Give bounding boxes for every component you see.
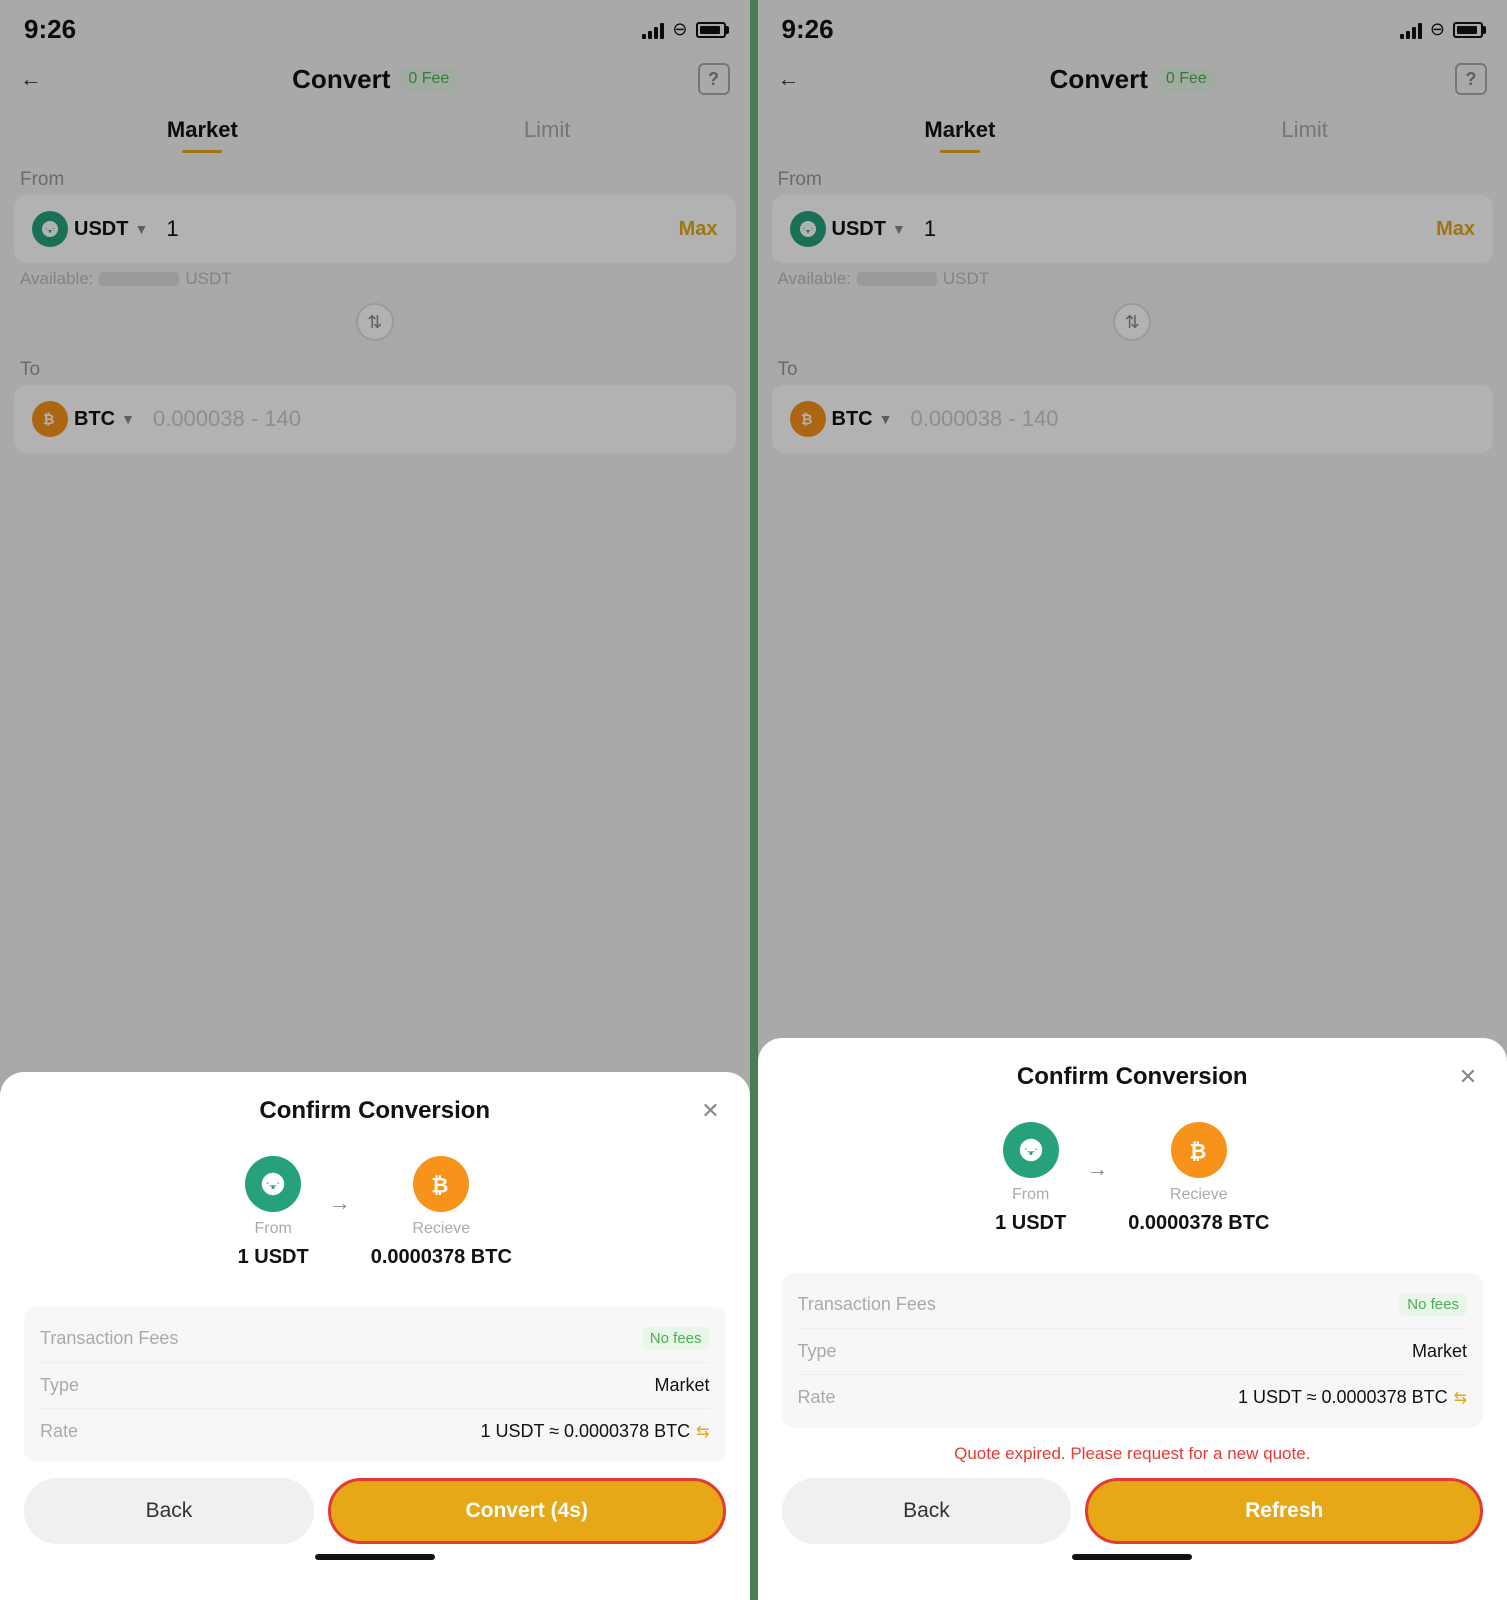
rate-value-right: 1 USDT ≈ 0.0000378 BTC ⇆	[1238, 1387, 1467, 1408]
no-fees-badge-left: No fees	[642, 1327, 710, 1350]
detail-row-type-right: Type Market	[798, 1329, 1468, 1375]
close-button-left[interactable]: ✕	[696, 1096, 726, 1126]
sheet-header-left: Confirm Conversion ✕	[24, 1096, 726, 1126]
detail-row-rate-right: Rate 1 USDT ≈ 0.0000378 BTC ⇆	[798, 1375, 1468, 1420]
type-value-right: Market	[1412, 1341, 1467, 1362]
rate-swap-icon-left: ⇆	[696, 1422, 709, 1442]
conv-btc-icon-left: ₿	[413, 1156, 469, 1212]
conversion-display-left: From 1 USDT → ₿ Recieve 0.0000378 BTC	[24, 1146, 726, 1279]
conv-usdt-icon-right	[1003, 1122, 1059, 1178]
close-button-right[interactable]: ✕	[1453, 1062, 1483, 1092]
back-button-sheet-left[interactable]: Back	[24, 1478, 314, 1544]
sheet-title-left: Confirm Conversion	[54, 1097, 696, 1125]
left-phone-panel: 9:26 ⊖ ← Convert 0 Fee ? Market Limit Fr…	[0, 0, 750, 1600]
panel-divider	[750, 0, 758, 1600]
back-button-sheet-right[interactable]: Back	[782, 1478, 1072, 1544]
convert-button-left[interactable]: Convert (4s)	[328, 1478, 726, 1544]
detail-row-type-left: Type Market	[40, 1363, 710, 1409]
conv-from-right: From 1 USDT	[995, 1122, 1066, 1235]
conv-to-right: ₿ Recieve 0.0000378 BTC	[1128, 1122, 1269, 1235]
conv-arrow-right: →	[1086, 1156, 1108, 1182]
fees-value-left: No fees	[642, 1327, 710, 1350]
no-fees-badge-right: No fees	[1399, 1293, 1467, 1316]
detail-row-fees-left: Transaction Fees No fees	[40, 1315, 710, 1363]
quote-expired-text-right: Quote expired. Please request for a new …	[782, 1444, 1484, 1464]
sheet-buttons-right: Back Refresh	[782, 1478, 1484, 1544]
svg-text:₿: ₿	[1189, 1140, 1206, 1163]
conv-receive-amount-left: 0.0000378 BTC	[371, 1246, 512, 1269]
conv-from-left: From 1 USDT	[238, 1156, 309, 1269]
conversion-display-right: From 1 USDT → ₿ Recieve 0.0000378 BTC	[782, 1112, 1484, 1245]
home-indicator-right	[1072, 1554, 1192, 1560]
bottom-sheet-left: Confirm Conversion ✕ From 1 USDT →	[0, 1072, 750, 1600]
refresh-button-right[interactable]: Refresh	[1085, 1478, 1483, 1544]
details-section-right: Transaction Fees No fees Type Market Rat…	[782, 1273, 1484, 1428]
type-label-left: Type	[40, 1375, 79, 1396]
sheet-header-right: Confirm Conversion ✕	[782, 1062, 1484, 1092]
rate-value-left: 1 USDT ≈ 0.0000378 BTC ⇆	[480, 1421, 709, 1442]
rate-swap-icon-right: ⇆	[1454, 1388, 1467, 1408]
fees-value-right: No fees	[1399, 1293, 1467, 1316]
conv-from-label-right: From	[1012, 1186, 1049, 1204]
type-label-right: Type	[798, 1341, 837, 1362]
conv-to-left: ₿ Recieve 0.0000378 BTC	[371, 1156, 512, 1269]
conv-receive-label-left: Recieve	[412, 1220, 470, 1238]
conv-from-amount-right: 1 USDT	[995, 1212, 1066, 1235]
sheet-buttons-left: Back Convert (4s)	[24, 1478, 726, 1544]
type-value-left: Market	[654, 1375, 709, 1396]
right-phone-panel: 9:26 ⊖ ← Convert 0 Fee ? Market Limit Fr…	[758, 0, 1507, 1600]
conv-arrow-left: →	[329, 1190, 351, 1216]
details-section-left: Transaction Fees No fees Type Market Rat…	[24, 1307, 726, 1462]
home-indicator-left	[315, 1554, 435, 1560]
bottom-sheet-right: Confirm Conversion ✕ From 1 USDT →	[758, 1038, 1507, 1600]
conv-from-amount-left: 1 USDT	[238, 1246, 309, 1269]
bottom-sheet-overlay-left: Confirm Conversion ✕ From 1 USDT →	[0, 0, 750, 1600]
fees-label-right: Transaction Fees	[798, 1294, 936, 1315]
rate-label-right: Rate	[798, 1387, 836, 1408]
bottom-sheet-overlay-right: Confirm Conversion ✕ From 1 USDT →	[758, 0, 1507, 1600]
conv-receive-amount-right: 0.0000378 BTC	[1128, 1212, 1269, 1235]
conv-usdt-icon-left	[245, 1156, 301, 1212]
fees-label-left: Transaction Fees	[40, 1328, 178, 1349]
svg-text:₿: ₿	[431, 1174, 448, 1197]
sheet-title-right: Confirm Conversion	[812, 1063, 1454, 1091]
detail-row-fees-right: Transaction Fees No fees	[798, 1281, 1468, 1329]
conv-from-label-left: From	[254, 1220, 291, 1238]
detail-row-rate-left: Rate 1 USDT ≈ 0.0000378 BTC ⇆	[40, 1409, 710, 1454]
conv-receive-label-right: Recieve	[1170, 1186, 1228, 1204]
conv-btc-icon-right: ₿	[1171, 1122, 1227, 1178]
rate-label-left: Rate	[40, 1421, 78, 1442]
